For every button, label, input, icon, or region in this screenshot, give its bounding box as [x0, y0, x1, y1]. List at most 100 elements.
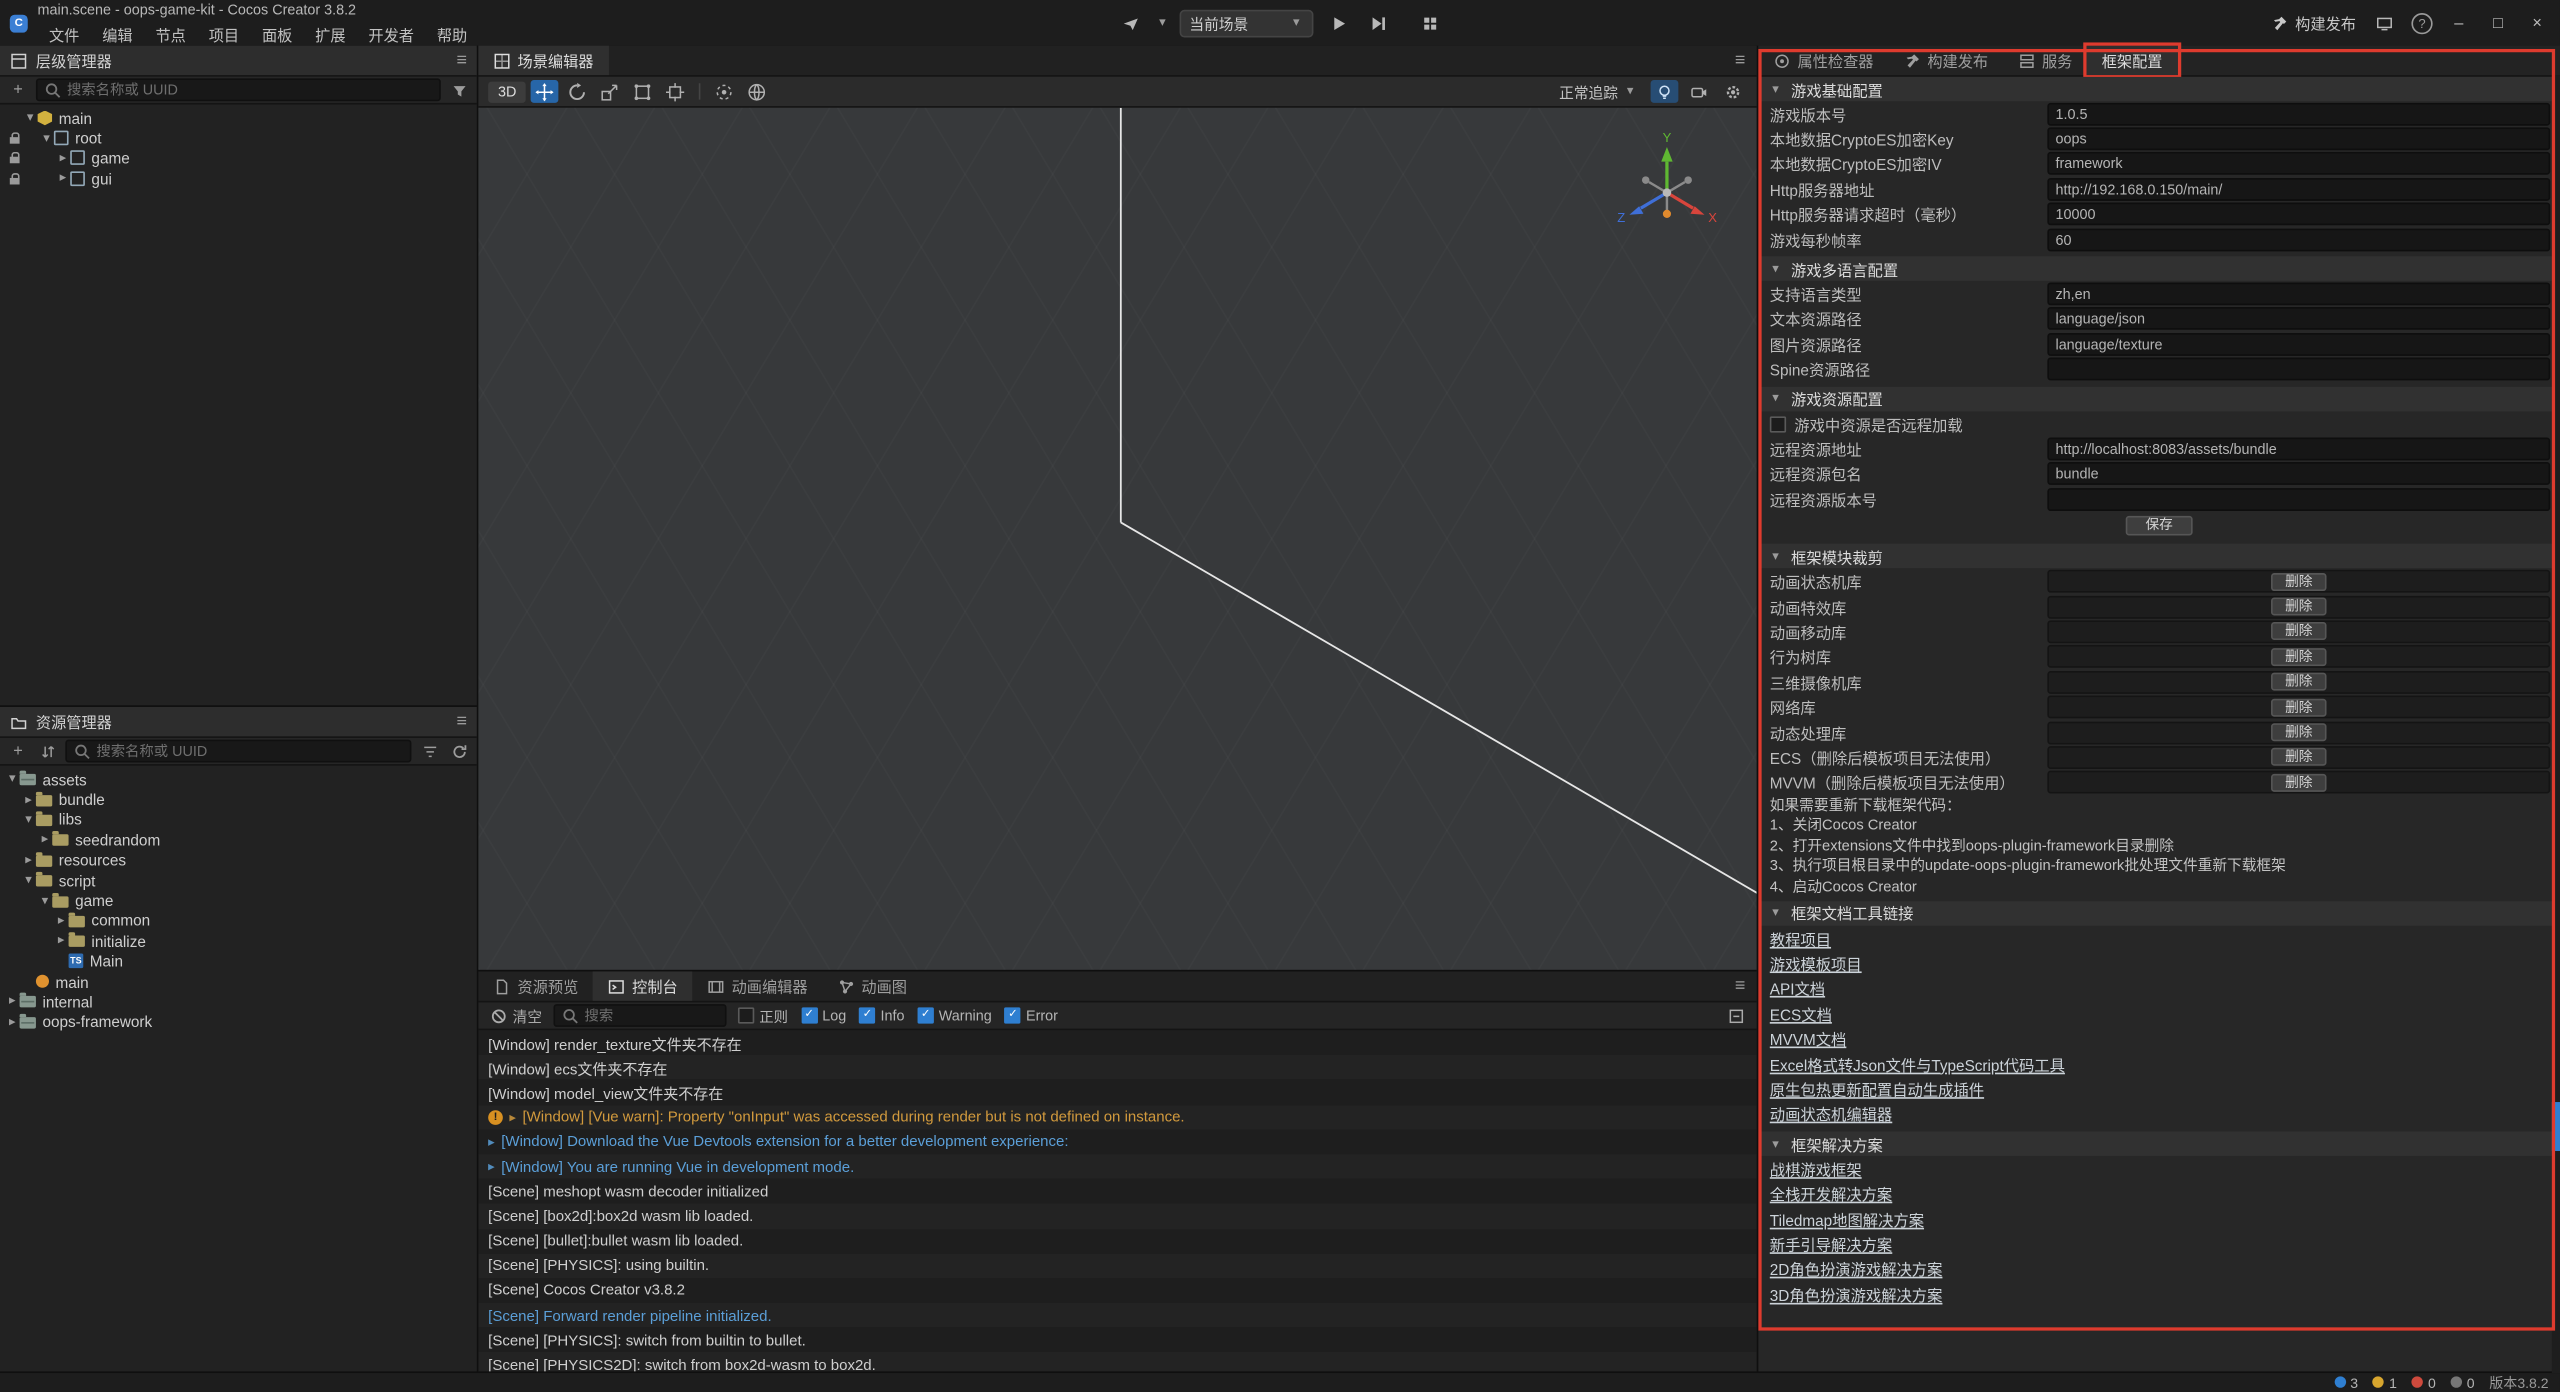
caret-down-icon[interactable]: ▾	[21, 870, 36, 890]
caret-right-icon[interactable]: ▸	[21, 850, 36, 870]
tree-item-libs[interactable]: ▾libs	[0, 809, 477, 829]
preview-caret-icon[interactable]: ▾	[1155, 13, 1170, 33]
input-Http服务器请求超时（毫秒）[interactable]	[2047, 203, 2550, 226]
tab-property-inspector[interactable]: 属性检查器	[1758, 46, 1888, 75]
tree-item-script[interactable]: ▾script	[0, 870, 477, 890]
section-header-游戏资源配置[interactable]: ▾游戏资源配置	[1758, 387, 2560, 411]
delete-button[interactable]: 删除	[2270, 623, 2327, 641]
play-button[interactable]	[1323, 10, 1352, 36]
gizmo-view-dropdown[interactable]: 正常追踪 ▾	[1553, 81, 1644, 102]
caret-right-icon[interactable]: ▸	[21, 790, 36, 810]
caret-right-icon[interactable]: ▸	[56, 149, 71, 169]
delete-button[interactable]: 删除	[2270, 648, 2327, 666]
console-row[interactable]: !▸[Window] [Vue warn]: Property "onInput…	[478, 1105, 1756, 1130]
input-Spine资源路径[interactable]	[2047, 358, 2550, 381]
step-button[interactable]	[1362, 10, 1391, 36]
menu-item-3[interactable]: 项目	[197, 25, 250, 46]
filter-Warning[interactable]: ✓Warning	[918, 1007, 992, 1023]
transform-tool[interactable]	[662, 80, 690, 103]
link-API文档[interactable]: API文档	[1770, 977, 1825, 1000]
input-本地数据CryptoES加密IV[interactable]	[2047, 153, 2550, 176]
caret-down-icon[interactable]: ▾	[23, 108, 38, 128]
add-asset-button[interactable]: +	[7, 740, 30, 761]
console-menu-icon[interactable]: ≡	[1735, 976, 1757, 996]
assets-search-input[interactable]	[96, 743, 403, 759]
refresh-icon[interactable]	[447, 740, 470, 761]
link-新手引导解决方案[interactable]: 新手引导解决方案	[1770, 1233, 1892, 1256]
menu-item-5[interactable]: 扩展	[304, 25, 357, 46]
menu-item-4[interactable]: 面板	[251, 25, 304, 46]
console-row[interactable]: [Scene] [PHYSICS]: switch from builtin t…	[478, 1328, 1756, 1353]
expand-icon[interactable]: ▸	[488, 1159, 495, 1174]
menu-item-7[interactable]: 帮助	[425, 25, 478, 46]
console-row[interactable]: [Scene] meshopt wasm decoder initialized	[478, 1179, 1756, 1204]
tree-item-game[interactable]: ▾game	[0, 890, 477, 910]
section-header-游戏基础配置[interactable]: ▾游戏基础配置	[1758, 77, 2560, 101]
delete-button[interactable]: 删除	[2270, 673, 2327, 691]
menu-item-2[interactable]: 节点	[144, 25, 197, 46]
delete-button[interactable]: 删除	[2270, 723, 2327, 741]
filter-Info[interactable]: ✓Info	[859, 1007, 904, 1023]
tree-item-Main[interactable]: TSMain	[0, 951, 477, 971]
console-row[interactable]: ▸[Window] Download the Vue Devtools exte…	[478, 1129, 1756, 1154]
caret-right-icon[interactable]: ▸	[5, 1012, 20, 1032]
caret-right-icon[interactable]: ▸	[38, 830, 53, 850]
input-远程资源版本号[interactable]	[2047, 488, 2550, 511]
section-header-框架解决方案[interactable]: ▾框架解决方案	[1758, 1132, 2560, 1156]
expand-icon[interactable]: ▸	[488, 1134, 495, 1149]
filter-Error[interactable]: ✓Error	[1005, 1007, 1058, 1023]
tree-item-common[interactable]: ▸common	[0, 911, 477, 931]
error-count-badge[interactable]: 0	[2412, 1374, 2436, 1390]
assets-filter-icon[interactable]	[418, 740, 441, 761]
tab-animation-editor[interactable]: 动画编辑器	[692, 971, 822, 1000]
delete-button[interactable]: 删除	[2270, 774, 2327, 792]
input-游戏每秒帧率[interactable]	[2047, 228, 2550, 251]
coordinate-toggle[interactable]	[743, 80, 771, 103]
link-教程项目[interactable]: 教程项目	[1770, 927, 1831, 950]
console-row[interactable]: [Window] render_texture文件夹不存在	[478, 1030, 1756, 1055]
tree-item-initialize[interactable]: ▸initialize	[0, 931, 477, 951]
save-button[interactable]: 保存	[2126, 516, 2193, 536]
caret-down-icon[interactable]: ▾	[21, 810, 36, 830]
console-row[interactable]: [Scene] [box2d]:box2d wasm lib loaded.	[478, 1204, 1756, 1229]
light-toggle[interactable]	[1651, 80, 1679, 103]
tree-item-seedrandom[interactable]: ▸seedrandom	[0, 830, 477, 850]
link-游戏模板项目[interactable]: 游戏模板项目	[1770, 952, 1862, 975]
warning-count-badge[interactable]: 1	[2373, 1374, 2397, 1390]
console-search[interactable]	[553, 1004, 726, 1027]
tree-item-main[interactable]: ▾main	[0, 108, 477, 128]
delete-button[interactable]: 删除	[2270, 698, 2327, 716]
link-全栈开发解决方案[interactable]: 全栈开发解决方案	[1770, 1182, 1892, 1205]
caret-right-icon[interactable]: ▸	[54, 911, 69, 931]
tab-build-publish[interactable]: 构建发布	[1888, 46, 2003, 75]
inspector-scrollbar[interactable]	[2552, 75, 2560, 1372]
link-ECS文档[interactable]: ECS文档	[1770, 1002, 1832, 1025]
build-publish-button[interactable]: 构建发布	[2271, 11, 2356, 34]
delete-button[interactable]: 删除	[2270, 598, 2327, 616]
tab-asset-preview[interactable]: 资源预览	[478, 971, 593, 1000]
hierarchy-search-input[interactable]	[67, 82, 433, 98]
console-row[interactable]: [Scene] [PHYSICS2D]: switch from box2d-w…	[478, 1353, 1756, 1373]
input-远程资源地址[interactable]	[2047, 438, 2550, 461]
scene-camera-button[interactable]	[1685, 80, 1713, 103]
pivot-toggle[interactable]	[711, 80, 739, 103]
link-Tiledmap地图解决方案[interactable]: Tiledmap地图解决方案	[1770, 1207, 1924, 1230]
console-row[interactable]: [Scene] [PHYSICS]: using builtin.	[478, 1253, 1756, 1278]
collapse-logs-icon[interactable]	[1727, 1007, 1745, 1025]
input-文本资源路径[interactable]	[2047, 308, 2550, 331]
delete-button[interactable]: 删除	[2270, 572, 2327, 590]
link-原生包热更新配置自动生成插件[interactable]: 原生包热更新配置自动生成插件	[1770, 1077, 1984, 1100]
console-row[interactable]: [Window] model_view文件夹不存在	[478, 1080, 1756, 1105]
lock-icon[interactable]	[9, 178, 19, 185]
caret-right-icon[interactable]: ▸	[54, 931, 69, 951]
tree-item-root[interactable]: ▾root	[0, 128, 477, 148]
tree-item-gui[interactable]: ▸gui	[0, 168, 477, 188]
tree-item-resources[interactable]: ▸resources	[0, 850, 477, 870]
section-header-框架模块裁剪[interactable]: ▾框架模块裁剪	[1758, 544, 2560, 568]
console-row[interactable]: [Window] ecs文件夹不存在	[478, 1055, 1756, 1080]
move-tool[interactable]	[531, 80, 559, 103]
sort-icon[interactable]	[36, 740, 59, 761]
tree-item-oops-framework[interactable]: ▸oops-framework	[0, 1012, 477, 1032]
delete-button[interactable]: 删除	[2270, 748, 2327, 766]
input-图片资源路径[interactable]	[2047, 333, 2550, 356]
